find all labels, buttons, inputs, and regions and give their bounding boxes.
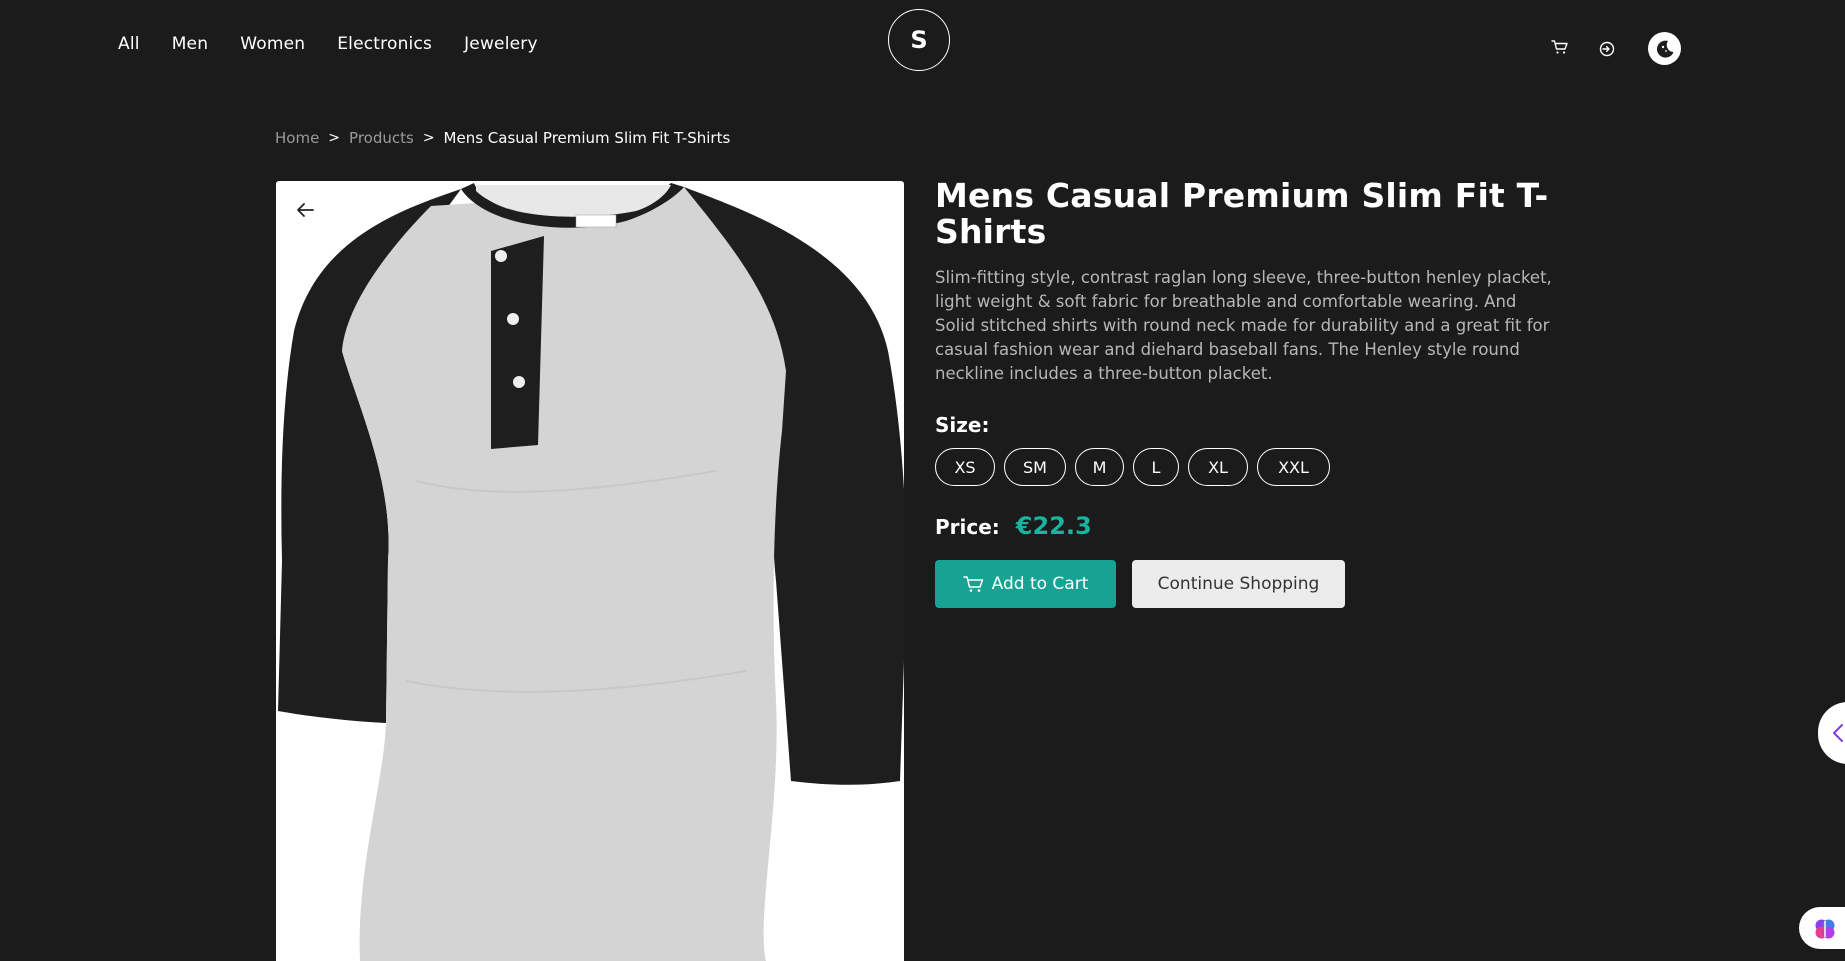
- theme-toggle-button[interactable]: [1648, 32, 1681, 65]
- moon-icon: [1656, 40, 1673, 58]
- size-option-sm[interactable]: SM: [1004, 448, 1066, 486]
- breadcrumb: Home > Products > Mens Casual Premium Sl…: [275, 129, 730, 147]
- size-option-l[interactable]: L: [1133, 448, 1179, 486]
- add-to-cart-label: Add to Cart: [991, 574, 1089, 594]
- size-option-xs[interactable]: XS: [935, 448, 995, 486]
- size-option-xl[interactable]: XL: [1188, 448, 1248, 486]
- chevron-left-icon: [1833, 724, 1843, 742]
- product-image: [276, 181, 904, 961]
- nav-link-all[interactable]: All: [118, 34, 140, 54]
- nav-link-jewelery[interactable]: Jewelery: [464, 34, 538, 54]
- logo-letter: S: [910, 26, 928, 54]
- size-label: Size:: [935, 413, 990, 437]
- price-row: Price: €22.3: [935, 512, 1555, 540]
- brain-icon: [1815, 919, 1835, 939]
- add-to-cart-button[interactable]: Add to Cart: [935, 560, 1116, 608]
- site-logo[interactable]: S: [888, 9, 950, 71]
- price-value: €22.3: [1015, 512, 1092, 540]
- breadcrumb-separator: >: [422, 130, 435, 146]
- size-option-xxl[interactable]: XXL: [1257, 448, 1330, 486]
- login-icon[interactable]: [1598, 40, 1616, 58]
- top-navbar: All Men Women Electronics Jewelery S: [0, 0, 1845, 90]
- product-details: Mens Casual Premium Slim Fit T-Shirts Sl…: [935, 178, 1555, 608]
- back-arrow-icon[interactable]: [294, 199, 316, 221]
- breadcrumb-current: Mens Casual Premium Slim Fit T-Shirts: [443, 129, 731, 147]
- side-panel-toggle[interactable]: [1818, 702, 1845, 764]
- product-actions: Add to Cart Continue Shopping: [935, 560, 1555, 608]
- breadcrumb-home[interactable]: Home: [275, 129, 319, 147]
- assistant-button[interactable]: [1799, 907, 1845, 949]
- size-option-m[interactable]: M: [1075, 448, 1124, 486]
- cart-icon: [962, 576, 983, 592]
- cart-icon[interactable]: [1551, 39, 1569, 55]
- nav-link-electronics[interactable]: Electronics: [337, 34, 432, 54]
- size-selector: XS SM M L XL XXL: [935, 448, 1555, 486]
- nav-link-men[interactable]: Men: [172, 34, 209, 54]
- breadcrumb-products[interactable]: Products: [349, 129, 414, 147]
- continue-shopping-button[interactable]: Continue Shopping: [1132, 560, 1345, 608]
- breadcrumb-separator: >: [328, 130, 341, 146]
- product-title: Mens Casual Premium Slim Fit T-Shirts: [935, 176, 1549, 251]
- price-label: Price:: [935, 515, 1000, 539]
- shirt-illustration: [278, 183, 904, 961]
- nav-link-women[interactable]: Women: [240, 34, 305, 54]
- product-description: Slim-fitting style, contrast raglan long…: [935, 268, 1552, 383]
- category-nav: All Men Women Electronics Jewelery: [118, 34, 538, 54]
